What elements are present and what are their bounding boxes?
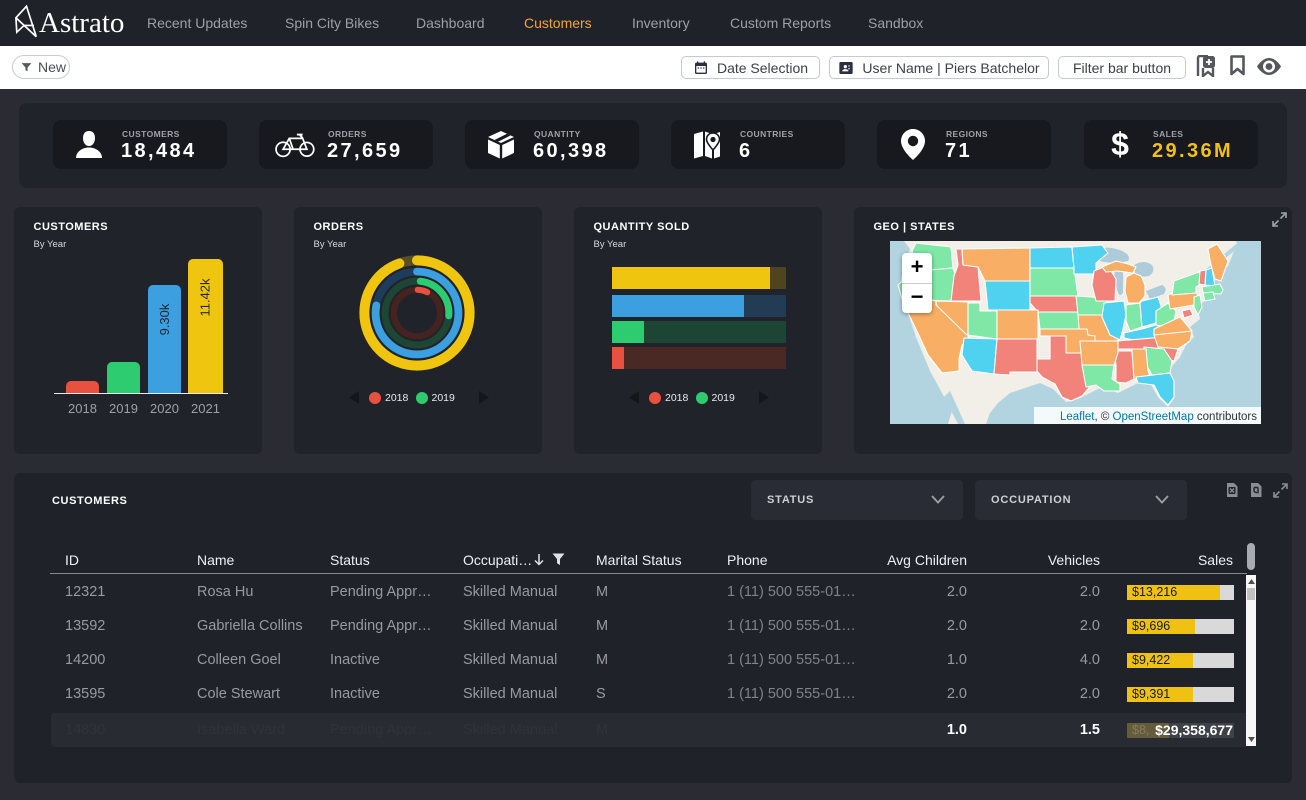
svg-text:Leaflet, © OpenStreetMap contr: Leaflet, © OpenStreetMap contributors [1060, 411, 1257, 423]
svg-text:$: $ [1111, 128, 1129, 162]
